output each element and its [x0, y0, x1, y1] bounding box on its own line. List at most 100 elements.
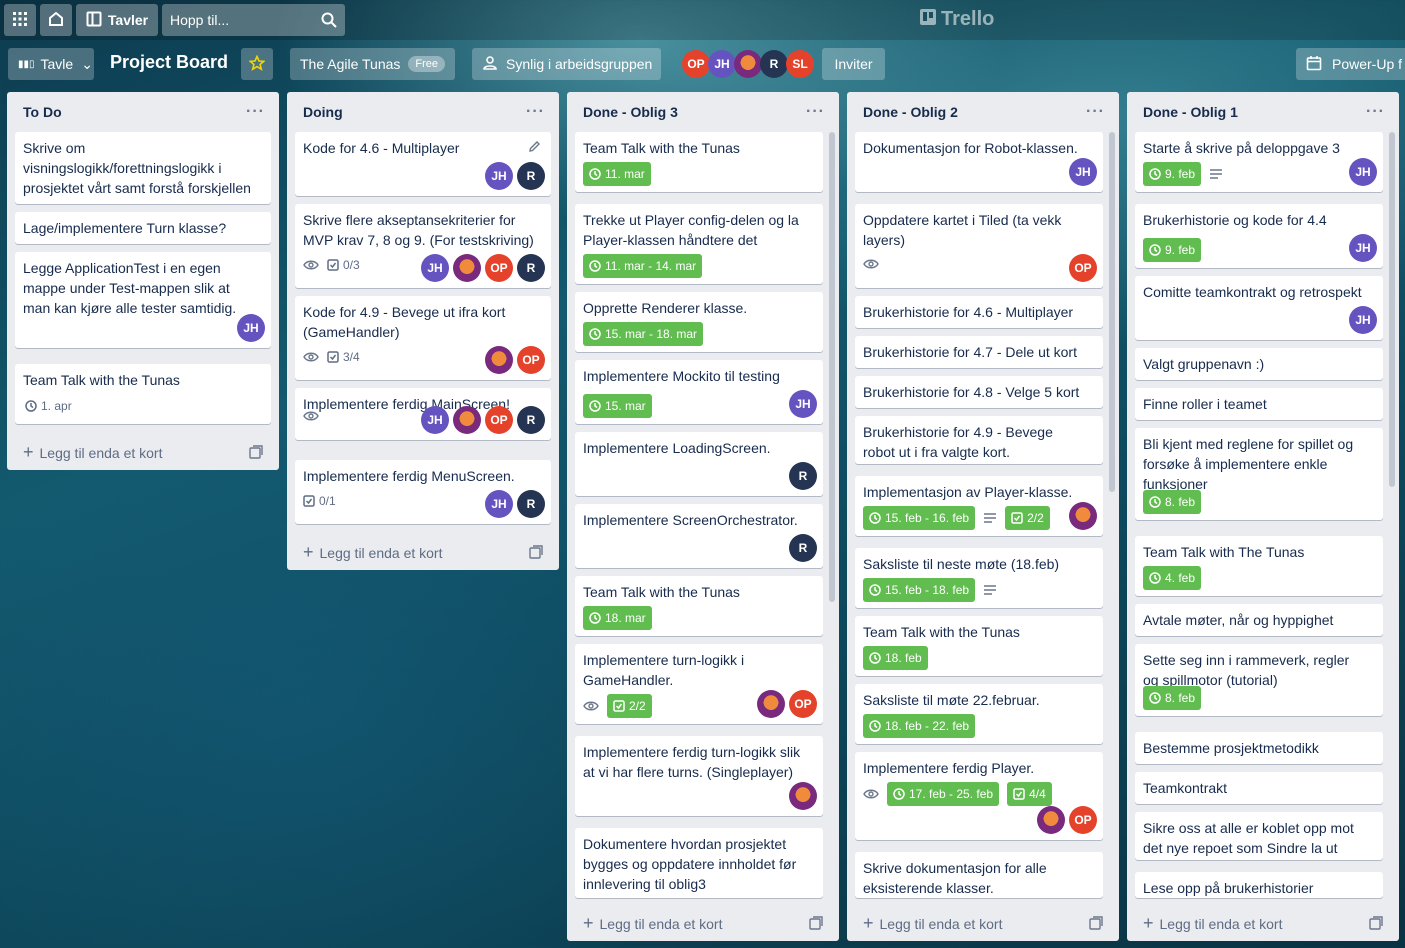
due-date-badge[interactable]: 9. feb [1143, 162, 1202, 186]
card[interactable]: Brukerhistorie for 4.9 - Bevege robot ut… [855, 416, 1103, 464]
card[interactable]: Implementere turn-logikk i GameHandler. 2… [575, 644, 823, 724]
member-avatar[interactable]: OP [1069, 806, 1097, 834]
add-card-button[interactable]: + Legg til enda et kort [575, 907, 831, 939]
due-date-badge[interactable]: 8. feb [1143, 686, 1202, 710]
list-menu-icon[interactable]: ··· [1086, 103, 1105, 121]
team-button[interactable]: The Agile Tunas Free [290, 48, 455, 80]
member-avatar[interactable]: R [789, 462, 817, 490]
list-scrollbar[interactable] [1109, 132, 1115, 492]
list-header[interactable]: Done - Oblig 1 ··· [1127, 92, 1399, 132]
list-title[interactable]: Done - Oblig 2 [863, 104, 958, 120]
board-title[interactable]: Project Board [110, 52, 228, 73]
member-avatar[interactable]: R [517, 254, 545, 282]
card[interactable]: Starte å skrive på deloppgave 3 9. feb JH [1135, 132, 1383, 192]
member-avatar[interactable]: R [760, 50, 788, 78]
due-date-badge[interactable]: 9. feb [1143, 238, 1202, 262]
list-title[interactable]: Done - Oblig 1 [1143, 104, 1238, 120]
member-avatar-robot[interactable] [757, 690, 785, 718]
card-template-icon[interactable] [529, 545, 543, 559]
member-avatar[interactable]: JH [789, 390, 817, 418]
due-date-badge[interactable]: 18. mar [583, 606, 652, 630]
card-template-icon[interactable] [249, 445, 263, 459]
card[interactable]: Team Talk with the Tunas 18. feb [855, 616, 1103, 676]
member-avatar-robot[interactable] [734, 50, 762, 78]
card[interactable]: Trekke ut Player config-delen og la Play… [575, 204, 823, 284]
member-avatar-robot[interactable] [1037, 806, 1065, 834]
apps-grid-button[interactable] [4, 4, 36, 36]
card[interactable]: Finne roller i teamet [1135, 388, 1383, 420]
list-header[interactable]: Done - Oblig 3 ··· [567, 92, 839, 132]
card-template-icon[interactable] [1369, 916, 1383, 930]
due-date-badge[interactable]: 8. feb [1143, 490, 1202, 514]
list-title[interactable]: Doing [303, 104, 343, 120]
card[interactable]: Team Talk with the Tunas 18. mar [575, 576, 823, 636]
card[interactable]: Implementere ferdig Player. 17. feb - 25.… [855, 752, 1103, 840]
member-avatar[interactable]: JH [485, 162, 513, 190]
member-avatar[interactable]: JH [421, 254, 449, 282]
star-button[interactable] [241, 48, 273, 80]
invite-button[interactable]: Inviter [822, 48, 885, 80]
visibility-button[interactable]: Synlig i arbeidsgruppen [472, 48, 661, 80]
due-date-badge[interactable]: 17. feb - 25. feb [887, 782, 1000, 806]
power-up-button[interactable]: Power-Up f [1296, 48, 1405, 80]
member-avatar[interactable]: JH [1349, 306, 1377, 334]
card[interactable]: Lese opp på brukerhistorier [1135, 872, 1383, 898]
list-menu-icon[interactable]: ··· [1366, 103, 1385, 121]
member-avatar[interactable]: JH [1349, 158, 1377, 186]
edit-pencil-icon[interactable] [528, 140, 541, 156]
due-date-badge[interactable]: 1. apr [23, 394, 74, 418]
member-avatar[interactable]: OP [1069, 254, 1097, 282]
card[interactable]: Legge ApplicationTest i en egen mappe un… [15, 252, 271, 348]
member-avatar[interactable]: JH [485, 490, 513, 518]
card[interactable]: Sette seg inn i rammeverk, regler og spi… [1135, 644, 1383, 716]
member-avatar-robot[interactable] [485, 346, 513, 374]
card[interactable]: Skrive flere akseptansekriterier for MVP… [295, 204, 551, 288]
list-scrollbar[interactable] [829, 132, 835, 602]
card[interactable]: Opprette Renderer klasse. 15. mar - 18. m… [575, 292, 823, 352]
member-avatar[interactable]: OP [485, 406, 513, 434]
search-icon[interactable] [321, 12, 337, 28]
card[interactable]: Implementere ferdig turn-logikk slik at … [575, 736, 823, 816]
trello-logo[interactable]: Trello [920, 8, 994, 31]
boards-button[interactable]: Tavler [76, 4, 158, 36]
card[interactable]: Skrive dokumentasjon for alle eksisteren… [855, 852, 1103, 898]
card-template-icon[interactable] [1089, 916, 1103, 930]
card[interactable]: Team Talk with The Tunas 4. feb [1135, 536, 1383, 596]
due-date-badge[interactable]: 18. feb [863, 646, 928, 670]
member-avatar[interactable]: SL [786, 50, 814, 78]
card[interactable]: Valgt gruppenavn :) [1135, 348, 1383, 380]
member-avatar-robot[interactable] [453, 254, 481, 282]
member-avatar[interactable]: R [517, 406, 545, 434]
add-card-button[interactable]: + Legg til enda et kort [855, 907, 1111, 939]
member-avatar[interactable]: R [517, 162, 545, 190]
card[interactable]: Bli kjent med reglene for spillet og for… [1135, 428, 1383, 520]
member-avatar[interactable]: R [517, 490, 545, 518]
due-date-badge[interactable]: 11. mar - 14. mar [583, 254, 703, 278]
card[interactable]: Team Talk with the Tunas 1. apr [15, 364, 271, 424]
card[interactable]: Implementere ferdig MenuScreen. 0/1 JH R [295, 460, 551, 524]
search-input[interactable] [170, 12, 310, 28]
member-avatar-robot[interactable] [453, 406, 481, 434]
card[interactable]: Comitte teamkontrakt og retrospekt JH [1135, 276, 1383, 340]
card[interactable]: Bestemme prosjektmetodikk [1135, 732, 1383, 764]
card[interactable]: Sikre oss at alle er koblet opp mot det … [1135, 812, 1383, 860]
list-header[interactable]: Doing ··· [287, 92, 559, 132]
member-avatar[interactable]: OP [485, 254, 513, 282]
add-card-button[interactable]: + Legg til enda et kort [1135, 907, 1391, 939]
card[interactable]: Brukerhistorie for 4.7 - Dele ut kort [855, 336, 1103, 368]
list-menu-icon[interactable]: ··· [246, 103, 265, 121]
card[interactable]: Saksliste til møte 22.februar. 18. feb - … [855, 684, 1103, 744]
list-title[interactable]: To Do [23, 104, 62, 120]
card[interactable]: Lage/implementere Turn klasse? [15, 212, 271, 244]
card[interactable]: Implementere ScreenOrchestrator. R [575, 504, 823, 568]
add-card-button[interactable]: + Legg til enda et kort [295, 536, 551, 568]
card[interactable]: Kode for 4.6 - Multiplayer JH R [295, 132, 551, 196]
due-date-badge[interactable]: 15. mar [583, 394, 652, 418]
list-header[interactable]: To Do ··· [7, 92, 279, 132]
card-template-icon[interactable] [809, 916, 823, 930]
card[interactable]: Oppdatere kartet i Tiled (ta vekk layers… [855, 204, 1103, 288]
member-avatar[interactable]: R [789, 534, 817, 562]
card[interactable]: Skrive om visningslogikk/forettningslogi… [15, 132, 271, 204]
member-avatar[interactable]: JH [1349, 234, 1377, 262]
add-card-button[interactable]: + Legg til enda et kort [15, 436, 271, 468]
